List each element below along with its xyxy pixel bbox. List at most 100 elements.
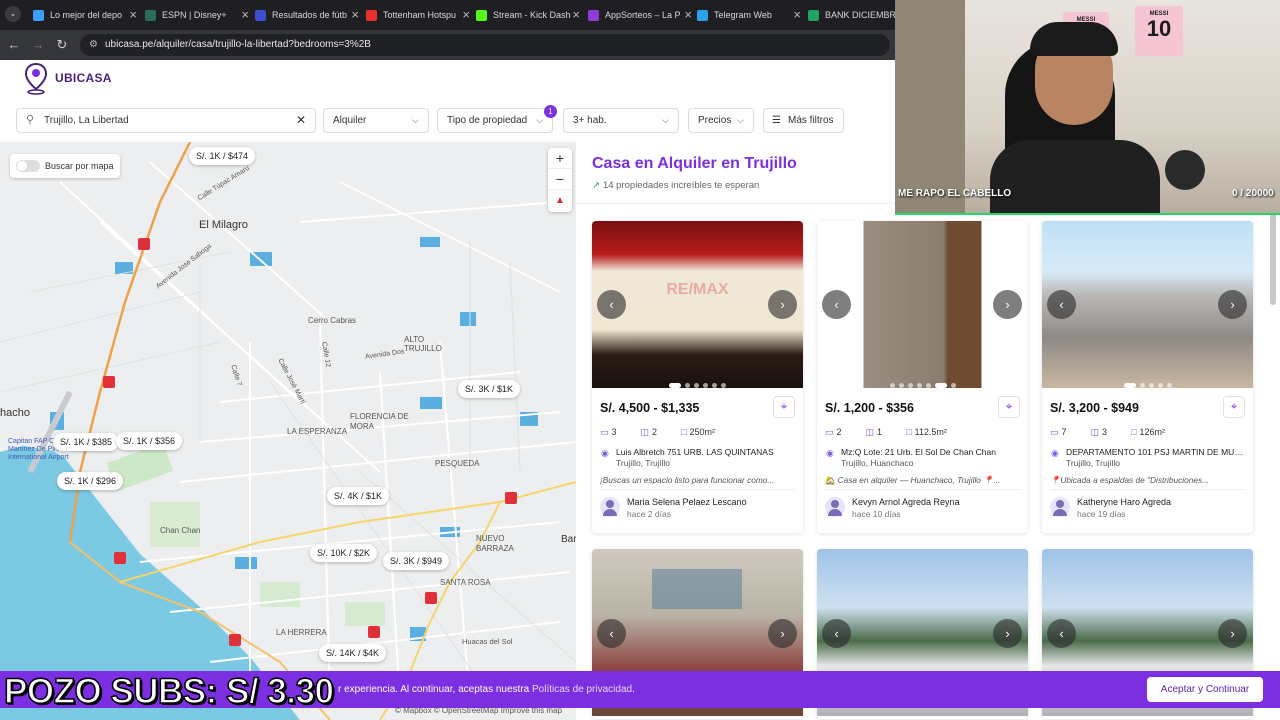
brand-name[interactable]: UBICASA <box>55 71 112 85</box>
close-tab-icon[interactable]: × <box>351 0 359 30</box>
map-location-button[interactable]: ⌖ <box>1223 396 1245 418</box>
next-photo-button[interactable]: › <box>1218 619 1247 648</box>
map[interactable]: Buscar por mapa + − ▲ El Milagro Cerro C… <box>0 142 576 720</box>
carousel-dot[interactable] <box>1123 383 1136 388</box>
listing-card[interactable]: RE/MAX ‹ › S/. 4,500 - $1,335 ⌖ ▭ 3 ◫ 2 □ 250m² ◉ Lu… <box>592 221 803 533</box>
map-price-pin[interactable]: S/. 1K / $385 <box>53 433 120 451</box>
agent-name: Katheryne Haro Agreda <box>1077 497 1172 507</box>
map-location-button[interactable]: ⌖ <box>998 396 1020 418</box>
tab-search-icon[interactable]: ⌄ <box>5 6 21 22</box>
map-price-pin[interactable]: S/. 1K / $474 <box>189 147 256 165</box>
carousel-dot[interactable] <box>934 383 947 388</box>
next-photo-button[interactable]: › <box>993 619 1022 648</box>
operation-select[interactable]: Alquiler ⌵ <box>323 108 429 133</box>
reload-icon[interactable]: ↻ <box>54 37 70 53</box>
carousel-dot[interactable] <box>685 383 690 388</box>
map-search-toggle[interactable]: Buscar por mapa <box>10 154 120 178</box>
map-place-label: Chan Chan <box>160 526 201 535</box>
prev-photo-button[interactable]: ‹ <box>822 290 851 319</box>
browser-tab[interactable]: Resultados de fútb × <box>255 0 359 30</box>
next-photo-button[interactable]: › <box>768 290 797 319</box>
next-photo-button[interactable]: › <box>993 290 1022 319</box>
carousel-dot[interactable] <box>721 383 726 388</box>
accept-cookies-button[interactable]: Aceptar y Continuar <box>1147 677 1263 702</box>
more-filters-button[interactable]: ☰ Más filtros <box>763 108 844 133</box>
tab-favicon-icon <box>808 9 819 21</box>
next-photo-button[interactable]: › <box>768 619 797 648</box>
listing-card[interactable]: ‹ › S/. 1,200 - $356 ⌖ ▭ 2 ◫ 1 □ 112.5m² ◉ Mz:Q Lot… <box>817 221 1028 533</box>
browser-tab[interactable]: Stream - Kick Dash × <box>476 0 580 30</box>
prev-photo-button[interactable]: ‹ <box>822 619 851 648</box>
price-select[interactable]: Precios ⌵ <box>688 108 754 133</box>
clear-icon[interactable]: ✕ <box>296 109 306 132</box>
property-type-label: Tipo de propiedad <box>447 115 528 126</box>
close-tab-icon[interactable]: × <box>241 0 249 30</box>
carousel-dot[interactable] <box>916 383 922 388</box>
cookie-text: r experiencia. Al continuar, aceptas nue… <box>338 684 635 695</box>
tab-favicon-icon <box>588 9 599 21</box>
browser-tab[interactable]: BANK DICIEMBRE <box>808 0 895 30</box>
results-count-text: 14 propiedades increíbles te esperan <box>602 180 760 191</box>
map-location-button[interactable]: ⌖ <box>773 396 795 418</box>
carousel-dot[interactable] <box>1139 383 1145 388</box>
site-info-icon[interactable]: ⚙ <box>89 34 98 56</box>
property-type-select[interactable]: Tipo de propiedad ⌵ <box>437 108 553 133</box>
prev-photo-button[interactable]: ‹ <box>597 619 626 648</box>
bathrooms-value: 1 <box>877 427 883 437</box>
browser-tab[interactable]: Tottenham Hotspu × <box>366 0 470 30</box>
carousel-dot[interactable] <box>1148 383 1154 388</box>
browser-tab[interactable]: AppSorteos – La P × <box>588 0 692 30</box>
prev-photo-button[interactable]: ‹ <box>1047 619 1076 648</box>
carousel-dot[interactable] <box>703 383 708 388</box>
map-zoom-controls: + − ▲ <box>548 148 572 212</box>
carousel-dot[interactable] <box>907 383 913 388</box>
bedrooms-select[interactable]: 3+ hab. ⌵ <box>563 108 679 133</box>
carousel-dot[interactable] <box>898 383 904 388</box>
carousel-dot[interactable] <box>925 383 931 388</box>
bed-icon: ▭ <box>1050 427 1059 437</box>
close-tab-icon[interactable]: × <box>462 0 470 30</box>
close-tab-icon[interactable]: × <box>793 0 801 30</box>
avatar <box>1050 497 1070 517</box>
jersey-poster: MESSI 10 <box>1135 6 1183 56</box>
map-price-pin[interactable]: S/. 3K / $1K <box>458 380 521 398</box>
webcam-overlay: MESSI 10 MESSI 10 <box>895 0 1280 215</box>
area-value: 112.5m² <box>914 427 947 437</box>
browser-tab[interactable]: ESPN | Disney+ × <box>145 0 249 30</box>
browser-tab[interactable]: Lo mejor del depo × <box>33 0 137 30</box>
map-price-pin[interactable]: S/. 1K / $296 <box>57 472 124 490</box>
map-price-pin[interactable]: S/. 4K / $1K <box>327 487 390 505</box>
carousel-dot[interactable] <box>669 383 681 388</box>
listing-card[interactable]: ‹ › S/. 3,200 - $949 ⌖ ▭ 7 ◫ 3 □ 126m² ◉ DEPARTAMEN… <box>1042 221 1253 533</box>
back-arrow-icon[interactable]: ← <box>6 37 22 53</box>
scrollbar[interactable] <box>1270 210 1276 305</box>
map-price-pin[interactable]: S/. 10K / $2K <box>310 544 378 562</box>
map-attribution[interactable]: © Mapbox © OpenStreetMap Improve this ma… <box>395 706 562 715</box>
toggle-switch[interactable] <box>16 160 40 172</box>
carousel-dot[interactable] <box>694 383 699 388</box>
compass-icon[interactable]: ▲ <box>548 190 572 211</box>
close-tab-icon[interactable]: × <box>572 0 580 30</box>
zoom-out-button[interactable]: − <box>548 169 572 190</box>
privacy-policy-link[interactable]: Políticas de privacidad <box>532 684 632 695</box>
zoom-in-button[interactable]: + <box>548 148 572 169</box>
prev-photo-button[interactable]: ‹ <box>597 290 626 319</box>
carousel-dot[interactable] <box>1157 383 1163 388</box>
prev-photo-button[interactable]: ‹ <box>1047 290 1076 319</box>
next-photo-button[interactable]: › <box>1218 290 1247 319</box>
address-bar[interactable]: ⚙ ubicasa.pe/alquiler/casa/trujillo-la-l… <box>80 34 890 56</box>
location-search-input[interactable]: ⚲ Trujillo, La Libertad ✕ <box>16 108 316 133</box>
streamer-hair <box>1030 22 1118 56</box>
map-price-pin[interactable]: S/. 3K / $949 <box>383 552 450 570</box>
forward-arrow-icon[interactable]: → <box>30 37 46 53</box>
carousel-dot[interactable] <box>950 383 956 388</box>
carousel-dot[interactable] <box>1166 383 1172 388</box>
map-price-pin[interactable]: S/. 14K / $4K <box>319 644 387 662</box>
browser-tab[interactable]: Telegram Web × <box>697 0 801 30</box>
carousel-dot[interactable] <box>712 383 717 388</box>
carousel-dot[interactable] <box>889 383 895 388</box>
close-tab-icon[interactable]: × <box>129 0 137 30</box>
map-price-pin[interactable]: S/. 1K / $356 <box>116 432 183 450</box>
close-tab-icon[interactable]: × <box>684 0 692 30</box>
ubicasa-logo-icon[interactable] <box>24 63 48 95</box>
